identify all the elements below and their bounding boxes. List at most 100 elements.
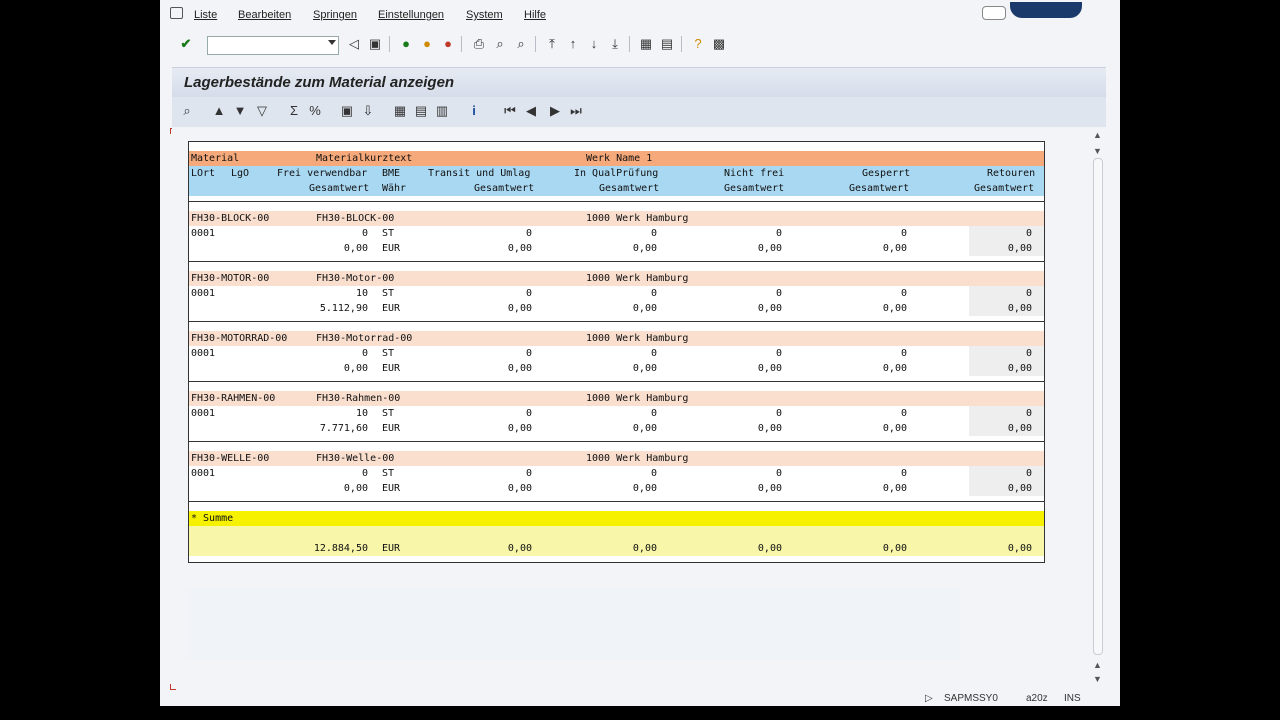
find-icon[interactable]: ⌕ (492, 36, 508, 52)
value-qual: 0,00 (632, 303, 657, 314)
value-row[interactable]: 7.771,60 EUR 0,00 0,00 0,00 0,00 0,00 (189, 421, 1044, 436)
status-program[interactable]: SAPMSSY0 (944, 693, 998, 704)
sum-header-row[interactable]: * Summe (189, 511, 1044, 526)
export-icon[interactable]: ⇩ (360, 103, 376, 119)
save-layout-icon[interactable]: ▥ (434, 103, 450, 119)
save-icon[interactable]: ▣ (367, 36, 383, 52)
cancel-icon[interactable]: ● (440, 36, 456, 52)
menu-bearbeiten[interactable]: Bearbeiten (238, 9, 291, 21)
sum-value-row[interactable]: 12.884,50 EUR 0,00 0,00 0,00 0,00 0,00 (189, 541, 1044, 556)
value-transit: 0,00 (507, 243, 532, 254)
change-layout-icon[interactable]: ▦ (392, 103, 408, 119)
value-retouren: 0,00 (1007, 423, 1032, 434)
quantity-row[interactable]: 0001 10 ST 0 0 0 0 0 (189, 406, 1044, 421)
unit-bme: ST (382, 408, 395, 419)
plant-name: 1000 Werk Hamburg (586, 333, 689, 344)
back-arrow-icon[interactable]: ◁ (346, 36, 362, 52)
qty-gesperrt: 0 (900, 348, 907, 359)
material-row[interactable]: FH30-MOTORRAD-00 FH30-Motorrad-00 1000 W… (189, 331, 1044, 346)
menu-hilfe[interactable]: Hilfe (524, 9, 546, 21)
chevron-down-icon[interactable] (328, 40, 336, 45)
storage-location: 0001 (191, 468, 216, 479)
filter-icon[interactable]: ▽ (254, 103, 270, 119)
menu-einstellungen[interactable]: Einstellungen (378, 9, 444, 21)
menu-springen[interactable]: Springen (313, 9, 357, 21)
menu-system[interactable]: System (466, 9, 503, 21)
qty-retouren: 0 (1025, 228, 1032, 239)
sum-value-transit: 0,00 (507, 543, 532, 554)
next-icon[interactable]: ▶ (547, 103, 563, 119)
find-next-icon[interactable]: ⌕ (513, 36, 529, 52)
layout-menu-icon[interactable]: ▩ (711, 36, 727, 52)
next-page-icon[interactable]: ↓ (586, 36, 602, 52)
command-input[interactable] (208, 39, 322, 55)
system-menu-icon[interactable] (170, 7, 183, 19)
value-transit: 0,00 (507, 423, 532, 434)
material-row[interactable]: FH30-WELLE-00 FH30-Welle-00 1000 Werk Ha… (189, 451, 1044, 466)
sort-ascending-icon[interactable]: ▲ (211, 103, 227, 119)
back-icon[interactable]: ● (398, 36, 414, 52)
window-control-button[interactable] (982, 6, 1006, 20)
scroll-down-icon[interactable]: ▼ (1093, 674, 1102, 684)
quantity-row[interactable]: 0001 0 ST 0 0 0 0 0 (189, 226, 1044, 241)
toolbar-separator (629, 36, 630, 52)
help-icon[interactable]: ? (690, 36, 706, 52)
qty-transit: 0 (525, 288, 532, 299)
plant-name: 1000 Werk Hamburg (586, 453, 689, 464)
scroll-up-icon[interactable]: ▲ (1093, 130, 1102, 140)
col-transit-header: Transit und Umlag (428, 168, 531, 179)
row-divider (189, 441, 1044, 442)
stock-list: Material Materialkurztext Werk Name 1 LO… (188, 141, 1045, 563)
command-field[interactable] (207, 36, 339, 55)
value-nichtfrei: 0,00 (757, 243, 782, 254)
last-page-icon[interactable]: ⤓ (607, 36, 623, 52)
quantity-row[interactable]: 0001 10 ST 0 0 0 0 0 (189, 286, 1044, 301)
scroll-down-small-icon[interactable]: ▼ (1093, 146, 1102, 156)
sum-icon[interactable]: Σ (286, 103, 302, 119)
qty-nichtfrei: 0 (775, 408, 782, 419)
print-icon[interactable]: ⎙ (471, 36, 487, 52)
sort-descending-icon[interactable]: ▼ (232, 103, 248, 119)
value-frei: 7.771,60 (319, 423, 368, 434)
last-icon[interactable]: ⏭ (568, 103, 584, 119)
value-frei: 5.112,90 (319, 303, 368, 314)
new-session-icon[interactable]: ▦ (638, 36, 654, 52)
col-gesamtwert-header: Gesamtwert (849, 183, 910, 194)
details-icon[interactable]: ⌕ (179, 103, 195, 119)
col-qual-header: In QualPrüfung (574, 168, 659, 179)
scroll-up-bottom-icon[interactable]: ▲ (1093, 660, 1102, 670)
first-icon[interactable]: ⏮ (502, 103, 518, 119)
quantity-row[interactable]: 0001 0 ST 0 0 0 0 0 (189, 466, 1044, 481)
status-arrow-icon[interactable]: ▷ (925, 693, 933, 704)
value-row[interactable]: 5.112,90 EUR 0,00 0,00 0,00 0,00 0,00 (189, 301, 1044, 316)
vertical-scrollbar[interactable]: ▲ ▼ ▲ ▼ (1090, 128, 1104, 688)
sum-currency: EUR (382, 543, 401, 554)
previous-page-icon[interactable]: ↑ (565, 36, 581, 52)
subtotal-icon[interactable]: % (307, 103, 323, 119)
value-row[interactable]: 0,00 EUR 0,00 0,00 0,00 0,00 0,00 (189, 361, 1044, 376)
material-text: FH30-BLOCK-00 (316, 213, 395, 224)
menu-bar: Liste Bearbeiten Springen Einstellungen … (160, 0, 1120, 28)
status-mode[interactable]: INS (1064, 693, 1081, 704)
exit-icon[interactable]: ● (419, 36, 435, 52)
value-qual: 0,00 (632, 423, 657, 434)
menu-liste[interactable]: Liste (194, 9, 217, 21)
shortcut-icon[interactable]: ▤ (659, 36, 675, 52)
info-icon[interactable]: i (466, 103, 482, 119)
material-row[interactable]: FH30-MOTOR-00 FH30-Motor-00 1000 Werk Ha… (189, 271, 1044, 286)
enter-check-icon[interactable]: ✔ (178, 36, 194, 52)
value-row[interactable]: 0,00 EUR 0,00 0,00 0,00 0,00 0,00 (189, 481, 1044, 496)
first-page-icon[interactable]: ⤒ (544, 36, 560, 52)
choose-layout-icon[interactable]: ▤ (413, 103, 429, 119)
quantity-row[interactable]: 0001 0 ST 0 0 0 0 0 (189, 346, 1044, 361)
scroll-track[interactable] (1093, 158, 1103, 655)
material-row[interactable]: FH30-RAHMEN-00 FH30-Rahmen-00 1000 Werk … (189, 391, 1044, 406)
sap-window: Liste Bearbeiten Springen Einstellungen … (160, 0, 1120, 706)
print-preview-icon[interactable]: ▣ (339, 103, 355, 119)
currency: EUR (382, 483, 401, 494)
previous-icon[interactable]: ◀ (523, 103, 539, 119)
value-row[interactable]: 0,00 EUR 0,00 0,00 0,00 0,00 0,00 (189, 241, 1044, 256)
material-row[interactable]: FH30-BLOCK-00 FH30-BLOCK-00 1000 Werk Ha… (189, 211, 1044, 226)
col-bme-header: BME (382, 168, 401, 179)
value-qual: 0,00 (632, 483, 657, 494)
